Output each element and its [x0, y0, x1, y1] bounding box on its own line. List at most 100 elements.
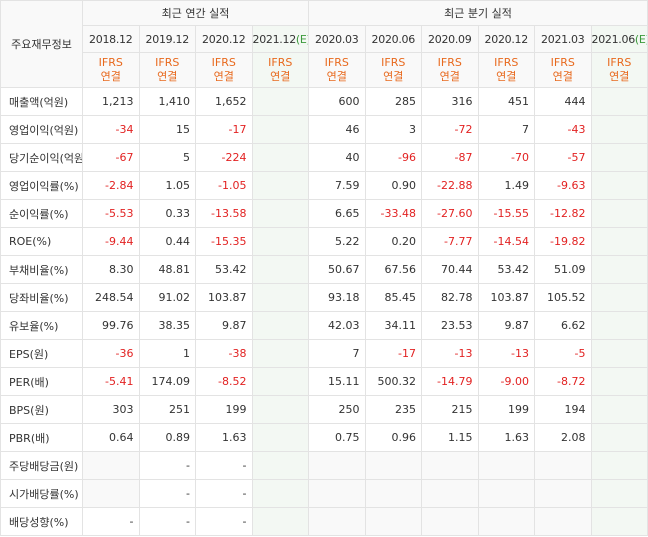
metric-label: 순이익률(%) — [0, 199, 83, 228]
value-cell: -33.48 — [364, 199, 422, 228]
table-row: EPS(원) -36 1 -38 7 -17 -13 -13 -5 — [0, 339, 648, 368]
ifrs-label: IFRS — [268, 56, 293, 69]
table-row: 시가배당률(%) - - — [0, 479, 648, 508]
value-cell: 0.20 — [364, 227, 422, 256]
estimate-mark: (E) — [295, 32, 308, 46]
accounting-standard-label: IFRS 연결 — [477, 52, 535, 88]
value-cell: - — [195, 507, 253, 536]
corner-label: 주요재무정보 — [0, 0, 83, 88]
value-cell: 174.09 — [138, 367, 196, 396]
value-cell: 1 — [138, 339, 196, 368]
period-header: 2020.12 — [195, 25, 253, 53]
value-cell: -12.82 — [534, 199, 592, 228]
value-cell: 15.11 — [308, 367, 366, 396]
value-cell: -27.60 — [421, 199, 479, 228]
value-cell — [308, 451, 366, 480]
value-cell: -7.77 — [421, 227, 479, 256]
value-cell: - — [82, 507, 140, 536]
value-cell: -15.55 — [477, 199, 535, 228]
accounting-standard-label: IFRS 연결 — [195, 52, 253, 88]
ifrs-label: IFRS — [607, 56, 632, 69]
value-cell: 0.89 — [138, 423, 196, 452]
value-cell — [421, 451, 479, 480]
value-cell: -70 — [477, 143, 535, 172]
value-cell — [590, 115, 648, 144]
value-cell — [308, 507, 366, 536]
period-header: 2021.12(E) — [251, 25, 309, 53]
value-cell: -2.84 — [82, 171, 140, 200]
period-label: 2021.06 — [591, 32, 635, 46]
period-header: 2020.09 — [421, 25, 479, 53]
value-cell: -72 — [421, 115, 479, 144]
value-cell: 53.42 — [195, 255, 253, 284]
value-cell: 251 — [138, 395, 196, 424]
value-cell — [590, 507, 648, 536]
value-cell: 0.64 — [82, 423, 140, 452]
value-cell: 99.76 — [82, 311, 140, 340]
value-cell: -14.54 — [477, 227, 535, 256]
value-cell: - — [138, 507, 196, 536]
value-cell: 248.54 — [82, 283, 140, 312]
value-cell — [590, 87, 648, 116]
value-cell — [251, 311, 309, 340]
value-cell: 105.52 — [534, 283, 592, 312]
value-cell: 67.56 — [364, 255, 422, 284]
period-header: 2020.03 — [308, 25, 366, 53]
accounting-standard-label: IFRS 연결 — [590, 52, 648, 88]
annual-group-header: 최근 연간 실적 — [82, 0, 309, 26]
consolidated-label: 연결 — [496, 70, 517, 83]
accounting-standard-label: IFRS 연결 — [251, 52, 309, 88]
value-cell: -9.63 — [534, 171, 592, 200]
value-cell: -17 — [364, 339, 422, 368]
value-cell — [251, 115, 309, 144]
consolidated-label: 연결 — [270, 70, 291, 83]
table-row: 매출액(억원) 1,213 1,410 1,652 600 285 316 451 444 — [0, 87, 648, 116]
value-cell: 103.87 — [477, 283, 535, 312]
value-cell: 42.03 — [308, 311, 366, 340]
table-row: 영업이익률(%) -2.84 1.05 -1.05 7.59 0.90 -22.88 1.49… — [0, 171, 648, 200]
metric-label: 영업이익률(%) — [0, 171, 83, 200]
value-cell — [421, 479, 479, 508]
value-cell: 9.87 — [195, 311, 253, 340]
value-cell — [251, 479, 309, 508]
metric-label: 시가배당률(%) — [0, 479, 83, 508]
value-cell: -96 — [364, 143, 422, 172]
ifrs-label: IFRS — [324, 56, 349, 69]
period-label: 2020.06 — [371, 32, 416, 46]
table-row: 순이익률(%) -5.53 0.33 -13.58 6.65 -33.48 -27.60 -1… — [0, 199, 648, 228]
estimate-mark: (E) — [634, 32, 647, 46]
value-cell: 199 — [477, 395, 535, 424]
value-cell: 7 — [477, 115, 535, 144]
value-cell: 1.49 — [477, 171, 535, 200]
value-cell: - — [138, 451, 196, 480]
metric-label: BPS(원) — [0, 395, 83, 424]
value-cell: 1.63 — [195, 423, 253, 452]
value-cell: -8.72 — [534, 367, 592, 396]
value-cell: - — [195, 451, 253, 480]
period-header: 2020.12 — [477, 25, 535, 53]
period-header-row: 2018.122019.122020.122021.12(E)2020.0320… — [1, 25, 648, 53]
value-cell: 82.78 — [421, 283, 479, 312]
value-cell — [590, 171, 648, 200]
value-cell: 1,652 — [195, 87, 253, 116]
value-cell: - — [138, 479, 196, 508]
table-row: 당좌비율(%) 248.54 91.02 103.87 93.18 85.45 82.78 1… — [0, 283, 648, 312]
value-cell: 40 — [308, 143, 366, 172]
value-cell: -43 — [534, 115, 592, 144]
value-cell: -17 — [195, 115, 253, 144]
metric-label: 주당배당금(원) — [0, 451, 83, 480]
value-cell — [421, 507, 479, 536]
value-cell: 15 — [138, 115, 196, 144]
value-cell — [251, 199, 309, 228]
value-cell: 53.42 — [477, 255, 535, 284]
period-header: 2019.12 — [138, 25, 196, 53]
accounting-standard-row: IFRS 연결 IFRS 연결 IFRS 연결 IFRS 연결 IFRS 연결 IFRS 연결 IFRS… — [1, 52, 648, 88]
value-cell — [477, 479, 535, 508]
value-cell: -224 — [195, 143, 253, 172]
metric-label: EPS(원) — [0, 339, 83, 368]
value-cell: 1,410 — [138, 87, 196, 116]
value-cell: 303 — [82, 395, 140, 424]
period-label: 2021.12 — [252, 32, 296, 46]
value-cell — [590, 339, 648, 368]
ifrs-label: IFRS — [211, 56, 236, 69]
